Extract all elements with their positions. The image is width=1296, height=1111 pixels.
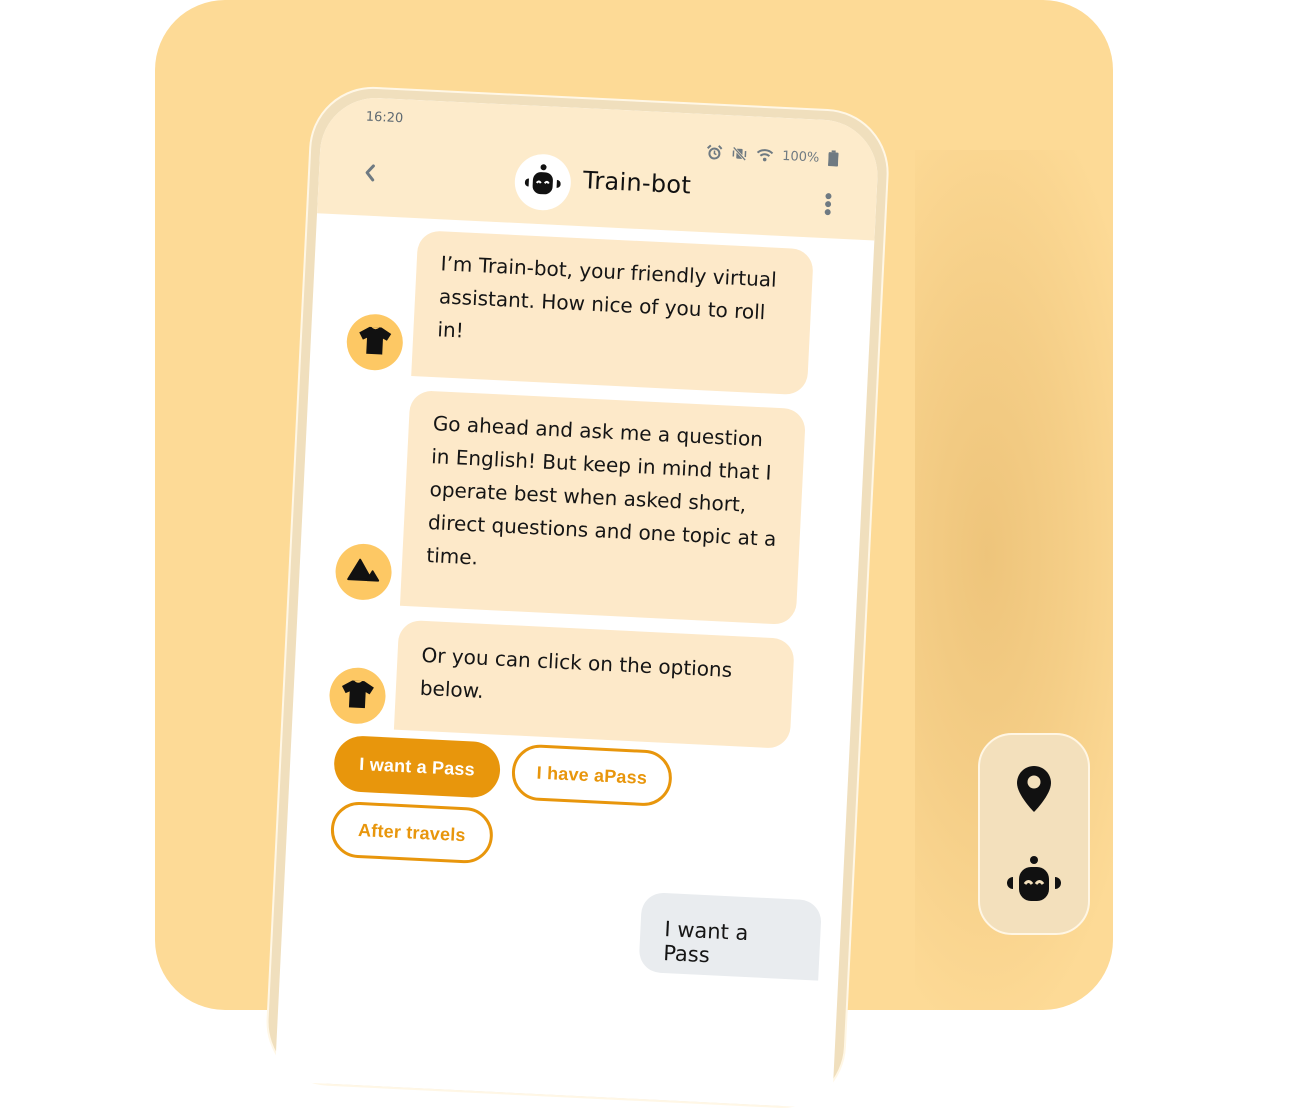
battery-icon [827,150,839,167]
bot-message: Go ahead and ask me a question in Englis… [399,389,807,626]
robot-icon [1006,855,1062,907]
status-time: 16:20 [365,109,404,127]
user-message: I want a Pass [638,891,823,981]
app-header: 16:20 100% Train-bot [317,95,881,241]
message-avatar [334,542,393,602]
chat-title: Train-bot [582,166,692,200]
wifi-icon [756,148,774,163]
floating-dock [978,733,1090,935]
option-i-want-a-pass[interactable]: I want a Pass [332,734,502,799]
option-after-travels[interactable]: After travels [329,800,495,865]
battery-level: 100% [781,148,820,166]
chatbot-button[interactable] [980,855,1088,907]
bot-message: I’m Train-bot, your friendly virtual ass… [411,230,814,396]
option-i-have-a-pass[interactable]: I have aPass [510,743,674,808]
mountain-icon [346,557,381,587]
option-label: After travels [357,819,467,845]
bot-avatar [513,152,573,212]
tshirt-icon [340,678,376,714]
chevron-left-icon [362,164,377,186]
option-label: I want a Pass [358,753,476,780]
robot-icon [524,162,562,202]
bot-message: Or you can click on the options below. [393,619,795,749]
status-icons: 100% [706,144,839,167]
option-label: I have aPass [536,762,648,788]
more-options-button[interactable] [823,192,832,220]
bot-message-text: Or you can click on the options below. [419,642,733,703]
back-button[interactable] [362,163,377,186]
alarm-icon [706,144,723,161]
message-avatar [345,312,405,372]
phone-frame: 16:20 100% Train-bot I’m Train-bot, your… [263,83,892,1111]
vibrate-off-icon [731,145,748,162]
bot-message-text: Go ahead and ask me a question in Englis… [425,411,777,570]
phone-screen: 16:20 100% Train-bot I’m Train-bot, your… [274,95,881,1109]
user-message-text: I want a Pass [662,917,749,968]
kebab-menu-icon [823,193,832,220]
message-avatar [328,666,387,726]
bot-message-text: I’m Train-bot, your friendly virtual ass… [436,251,778,343]
location-pin-icon [1016,765,1052,817]
location-button[interactable] [980,765,1088,817]
tshirt-icon [357,324,393,360]
